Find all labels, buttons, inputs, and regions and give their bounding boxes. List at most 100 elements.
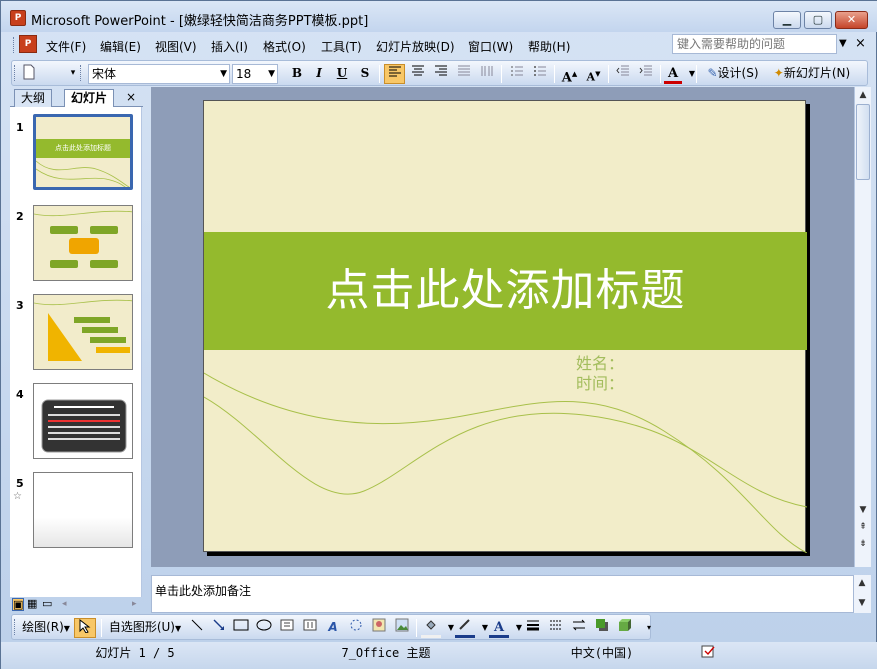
rectangle-tool-icon[interactable] [231, 618, 251, 638]
slide-thumbnail-2[interactable] [33, 205, 133, 281]
notes-scroll-down-icon[interactable]: ▼ [854, 595, 870, 611]
arrow-tool-icon[interactable] [209, 618, 229, 638]
thumb-diagram [34, 210, 132, 268]
menu-help[interactable]: 帮助(H) [528, 38, 570, 55]
new-document-icon[interactable] [20, 64, 38, 84]
slideshow-icon[interactable]: ▭ [42, 598, 52, 610]
document-icon[interactable]: P [19, 35, 37, 53]
slide-title-placeholder[interactable]: 点击此处添加标题 [204, 232, 807, 350]
italic-button[interactable]: I [309, 64, 329, 84]
diagram-icon[interactable] [346, 618, 366, 638]
menu-view[interactable]: 视图(V) [155, 38, 197, 55]
slide-sorter-icon[interactable]: ▦ [27, 598, 37, 610]
decrease-indent-icon[interactable] [612, 64, 633, 84]
autoshapes-menu-button[interactable]: 自选图形(U)▼ [107, 618, 183, 638]
align-left-icon[interactable] [384, 64, 405, 84]
pane-close-button[interactable]: × [126, 90, 136, 104]
new-slide-button[interactable]: ✦新幻灯片(N) [768, 64, 856, 84]
draw-menu-button[interactable]: 绘图(R)▼ [20, 618, 72, 638]
notes-scroll-up-icon[interactable]: ▲ [854, 575, 870, 591]
toolbar-grip-2[interactable] [80, 65, 83, 81]
close-button[interactable]: ✕ [835, 11, 868, 29]
design-button[interactable]: ✎设计(S) [701, 64, 765, 84]
help-search-input[interactable]: 键入需要帮助的问题 [672, 34, 837, 54]
select-arrow-icon[interactable] [74, 618, 96, 638]
clipart-icon[interactable] [369, 618, 389, 638]
vertical-textbox-icon[interactable] [300, 618, 320, 638]
font-name-select[interactable]: 宋体 ▼ [88, 64, 230, 84]
pane-tabs: 大纲 幻灯片 [10, 89, 143, 107]
font-size-select[interactable]: 18 ▼ [232, 64, 278, 84]
increase-indent-icon[interactable] [635, 64, 656, 84]
scroll-left-icon[interactable]: ◂ [62, 598, 67, 610]
slide-thumbnail-3[interactable] [33, 294, 133, 370]
line-tool-icon[interactable] [187, 618, 207, 638]
toolbar-grip[interactable] [14, 619, 17, 635]
slide-thumbnail-1[interactable]: 点击此处添加标题 [33, 114, 133, 190]
menu-insert[interactable]: 插入(I) [211, 38, 248, 55]
shadow-style-icon[interactable] [592, 618, 612, 638]
minimize-button[interactable]: ▁ [773, 11, 801, 29]
status-theme[interactable]: 7_Office 主题 [263, 645, 509, 663]
thumb-diagram [41, 399, 127, 453]
decrease-font-icon[interactable]: A▼ [583, 64, 604, 84]
slide-thumbnail-5[interactable] [33, 472, 133, 548]
numbering-icon[interactable] [506, 64, 527, 84]
help-dropdown-icon[interactable]: ▼ [839, 38, 847, 49]
menu-file[interactable]: 文件(F) [46, 38, 86, 55]
textbox-tool-icon[interactable] [277, 618, 297, 638]
arrow-style-icon[interactable] [569, 618, 589, 638]
next-slide-icon[interactable]: ⇟ [855, 536, 871, 552]
normal-view-icon[interactable]: ▣ [12, 598, 25, 611]
bold-button[interactable]: B [287, 64, 307, 84]
menu-window[interactable]: 窗口(W) [468, 38, 513, 55]
dash-style-icon[interactable] [546, 618, 566, 638]
vertical-scrollbar[interactable]: ▲ ▼ ⇞ ⇟ [854, 87, 871, 567]
wordart-icon[interactable]: A [323, 618, 343, 638]
scroll-right-icon[interactable]: ▸ [132, 598, 137, 610]
notes-placeholder[interactable]: 单击此处添加备注 [155, 582, 251, 599]
text-color-icon[interactable]: A [489, 618, 509, 638]
menu-tools[interactable]: 工具(T) [321, 38, 362, 55]
line-color-icon[interactable] [455, 618, 475, 638]
slide-number: 2 [16, 210, 24, 223]
document-close-button[interactable]: × [855, 36, 866, 51]
notes-scrollbar[interactable]: ▲ ▼ [854, 575, 871, 613]
line-style-icon[interactable] [523, 618, 543, 638]
fill-color-icon[interactable] [421, 618, 441, 638]
current-slide[interactable]: 点击此处添加标题 姓名： 时间： [203, 100, 807, 553]
justify-icon[interactable] [453, 64, 474, 84]
align-right-icon[interactable] [430, 64, 451, 84]
underline-button[interactable]: U [332, 64, 352, 84]
3d-style-icon[interactable] [615, 618, 635, 638]
maximize-button[interactable]: ▢ [804, 11, 832, 29]
shadow-button[interactable]: S [355, 64, 375, 84]
menu-grip[interactable] [13, 37, 16, 53]
spelling-check-icon[interactable] [699, 645, 719, 663]
slide-thumbnail-list[interactable]: 1 点击此处添加标题 2 3 4 5 ☆ [10, 107, 142, 597]
scroll-up-icon[interactable]: ▲ [855, 87, 871, 103]
font-color-dropdown-icon[interactable]: ▼ [683, 64, 701, 84]
powerpoint-app-icon[interactable]: P [10, 10, 26, 26]
menu-edit[interactable]: 编辑(E) [100, 38, 141, 55]
increase-font-icon[interactable]: A▲ [559, 64, 580, 85]
notes-pane[interactable]: 单击此处添加备注 [151, 575, 854, 613]
tab-outline[interactable]: 大纲 [14, 89, 53, 107]
toolbar-separator [554, 65, 555, 83]
slide-thumbnail-4[interactable] [33, 383, 133, 459]
bullets-icon[interactable] [529, 64, 550, 84]
scroll-thumb[interactable] [856, 104, 870, 180]
menu-slideshow[interactable]: 幻灯片放映(D) [376, 38, 455, 55]
picture-icon[interactable] [392, 618, 412, 638]
previous-slide-icon[interactable]: ⇞ [855, 519, 871, 535]
toolbar-options-icon[interactable]: ▾ [640, 618, 658, 638]
menu-format[interactable]: 格式(O) [263, 38, 306, 55]
scroll-down-icon[interactable]: ▼ [855, 502, 871, 518]
tab-slides[interactable]: 幻灯片 [64, 89, 115, 107]
toolbar-grip[interactable] [14, 65, 17, 81]
slide-number: 5 [16, 477, 24, 490]
align-center-icon[interactable] [407, 64, 428, 84]
text-columns-icon[interactable] [476, 64, 497, 84]
font-color-icon[interactable]: A [664, 64, 682, 84]
ellipse-tool-icon[interactable] [254, 618, 274, 638]
